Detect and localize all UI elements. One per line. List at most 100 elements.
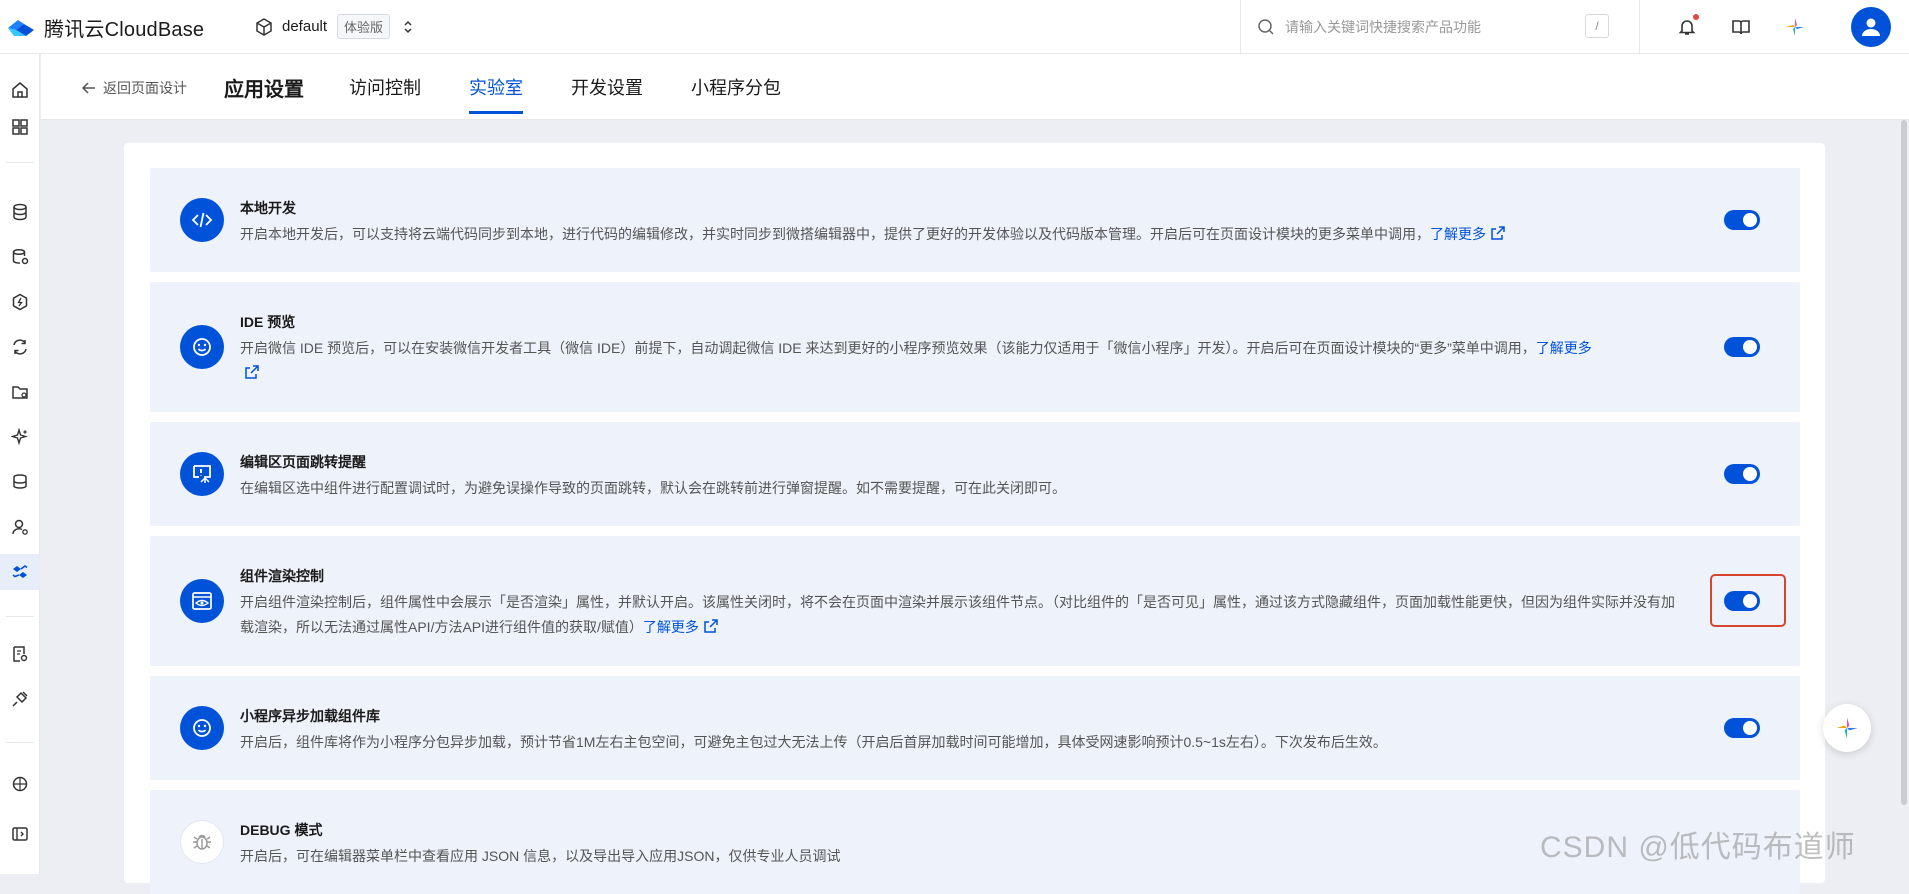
brand-name: 腾讯云CloudBase [44,19,205,41]
sidebar-settings[interactable] [0,766,40,802]
ai-sparkle-icon [1786,18,1804,36]
feature-card-redirect-alert: 编辑区页面跳转提醒 在编辑区选中组件进行配置调试时，为避免误操作导致的页面跳转，… [150,422,1800,526]
tab-miniprogram-subpackage[interactable]: 小程序分包 [691,74,781,114]
feature-icon-wrap [180,579,224,623]
sidebar-cloud-run[interactable] [0,329,40,365]
feature-desc-text: 开启组件渲染控制后，组件属性中会展示「是否渲染」属性，并默认开启。该属性关闭时，… [240,594,1675,635]
tab-lab[interactable]: 实验室 [469,74,523,114]
lowcode-icon [12,565,28,578]
grid-icon [12,119,28,135]
feature-desc: 开启本地开发后，可以支持将云端代码同步到本地，进行代码的编辑修改，并实时同步到微… [240,222,1680,247]
logo[interactable]: 腾讯云CloudBase [6,13,204,42]
external-link-icon [1491,226,1505,240]
feature-title: 小程序异步加载组件库 [240,708,380,724]
smile-icon [193,719,211,737]
user-avatar[interactable] [1851,7,1891,47]
home-icon [12,82,28,98]
tab-access-control[interactable]: 访问控制 [349,74,421,114]
ai-sparkle-icon [1836,717,1858,739]
feature-icon-wrap [180,820,224,864]
bug-icon [193,834,211,850]
sidebar-identity[interactable] [0,509,40,545]
sidebar-lowcode[interactable] [0,554,40,590]
external-link-icon [704,619,718,633]
env-selector[interactable]: default 体验版 [254,14,414,39]
feature-toggle[interactable] [1724,464,1760,484]
feature-title: DEBUG 模式 [240,822,323,838]
feature-title: 本地开发 [240,200,296,216]
bell-icon [1678,20,1696,35]
sidebar-collapse[interactable] [0,816,40,852]
settings-subnav: 返回页面设计 应用设置 访问控制 实验室 开发设置 小程序分包 [41,54,1909,120]
render-eye-icon [192,592,212,610]
feature-desc-text: 开启后，组件库将作为小程序分包异步加载，预计节省1M左右主包空间，可避免主包过大… [240,734,1387,750]
back-label: 返回页面设计 [103,80,187,96]
feature-title: 组件渲染控制 [240,568,324,584]
sidebar-storage[interactable] [0,374,40,410]
folder-icon [12,386,28,399]
notification-button[interactable] [1660,0,1714,54]
collapse-sidebar-icon [12,827,28,841]
hexagon-icon [12,293,28,311]
page-scrollbar[interactable] [1901,120,1907,805]
external-link-icon [245,365,259,379]
ai-assistant-button[interactable] [1768,0,1822,54]
sidebar-database[interactable] [0,194,40,230]
cloudbase-logo-icon [8,19,34,36]
feature-desc: 开启组件渲染控制后，组件属性中会展示「是否渲染」属性，并默认开启。该属性关闭时，… [240,590,1680,640]
plug-icon [12,691,28,707]
watermark: CSDN @低代码布道师 [1540,831,1856,864]
feature-desc: 在编辑区选中组件进行配置调试时，为避免误操作导致的页面跳转，默认会在跳转前进行弹… [240,476,1680,501]
chevron-updown-icon [404,20,412,33]
cycle-icon [13,339,27,355]
search-input[interactable] [1285,19,1585,35]
sparkle-icon [11,428,28,446]
search-box[interactable]: / [1240,0,1640,54]
feature-card-async-components: 小程序异步加载组件库 开启后，组件库将作为小程序分包异步加载，预计节省1M左右主… [150,676,1800,780]
feature-icon-wrap [180,706,224,750]
feature-desc: 开启微信 IDE 预览后，可以在安装微信开发者工具（微信 IDE）前提下，自动调… [240,336,1680,386]
sidebar-functions[interactable] [0,284,40,320]
feature-card-render-control: 组件渲染控制 开启组件渲染控制后，组件属性中会展示「是否渲染」属性，并默认开启。… [150,536,1800,666]
feature-title: IDE 预览 [240,314,296,330]
feature-card-local-dev: 本地开发 开启本地开发后，可以支持将云端代码同步到本地，进行代码的编辑修改，并实… [150,168,1800,272]
ai-float-button[interactable] [1823,704,1871,752]
feature-title: 编辑区页面跳转提醒 [240,454,366,470]
feature-icon-wrap [180,452,224,496]
feature-toggle[interactable] [1724,718,1760,738]
database-settings-icon [12,248,29,265]
feature-card-ide-preview: IDE 预览 开启微信 IDE 预览后，可以在安装微信开发者工具（微信 IDE）… [150,282,1800,412]
sidebar-hosting[interactable] [0,464,40,500]
feature-icon-wrap [180,325,224,369]
database-icon [13,203,27,221]
feature-toggle[interactable] [1724,591,1760,611]
top-bar: 腾讯云CloudBase default 体验版 / [0,0,1909,54]
sidebar-dashboard[interactable] [0,109,40,145]
env-name: default [282,18,328,35]
log-icon [13,646,28,662]
env-badge: 体验版 [337,14,391,39]
user-icon [1862,18,1880,36]
feature-toggle[interactable] [1724,210,1760,230]
redirect-alert-icon [193,465,211,483]
feature-desc: 开启后，组件库将作为小程序分包异步加载，预计节省1M左右主包空间，可避免主包过大… [240,730,1680,755]
feature-toggle[interactable] [1724,337,1760,357]
back-link[interactable]: 返回页面设计 [81,78,187,98]
user-settings-icon [12,519,28,535]
feature-desc-text: 开启后，可在编辑器菜单栏中查看应用 JSON 信息，以及导出导入应用JSON，仅… [240,848,841,864]
sidebar-data-model[interactable] [0,239,40,275]
learn-more-link[interactable]: 了解更多 [1430,226,1506,242]
sidebar-logs[interactable] [0,636,40,672]
sidebar-ai[interactable] [0,419,40,455]
server-icon [13,474,27,489]
notification-dot [1693,14,1699,20]
feature-icon-wrap [180,198,224,242]
smile-icon [193,338,211,356]
docs-button[interactable] [1714,0,1768,54]
learn-more-link[interactable]: 了解更多 [643,619,719,635]
feature-desc-text: 开启本地开发后，可以支持将云端代码同步到本地，进行代码的编辑修改，并实时同步到微… [240,226,1430,242]
sidebar-extensions[interactable] [0,681,40,717]
tab-dev-settings[interactable]: 开发设置 [571,74,643,114]
feature-desc-text: 在编辑区选中组件进行配置调试时，为避免误操作导致的页面跳转，默认会在跳转前进行弹… [240,480,1066,496]
sidebar-home[interactable] [0,72,40,108]
